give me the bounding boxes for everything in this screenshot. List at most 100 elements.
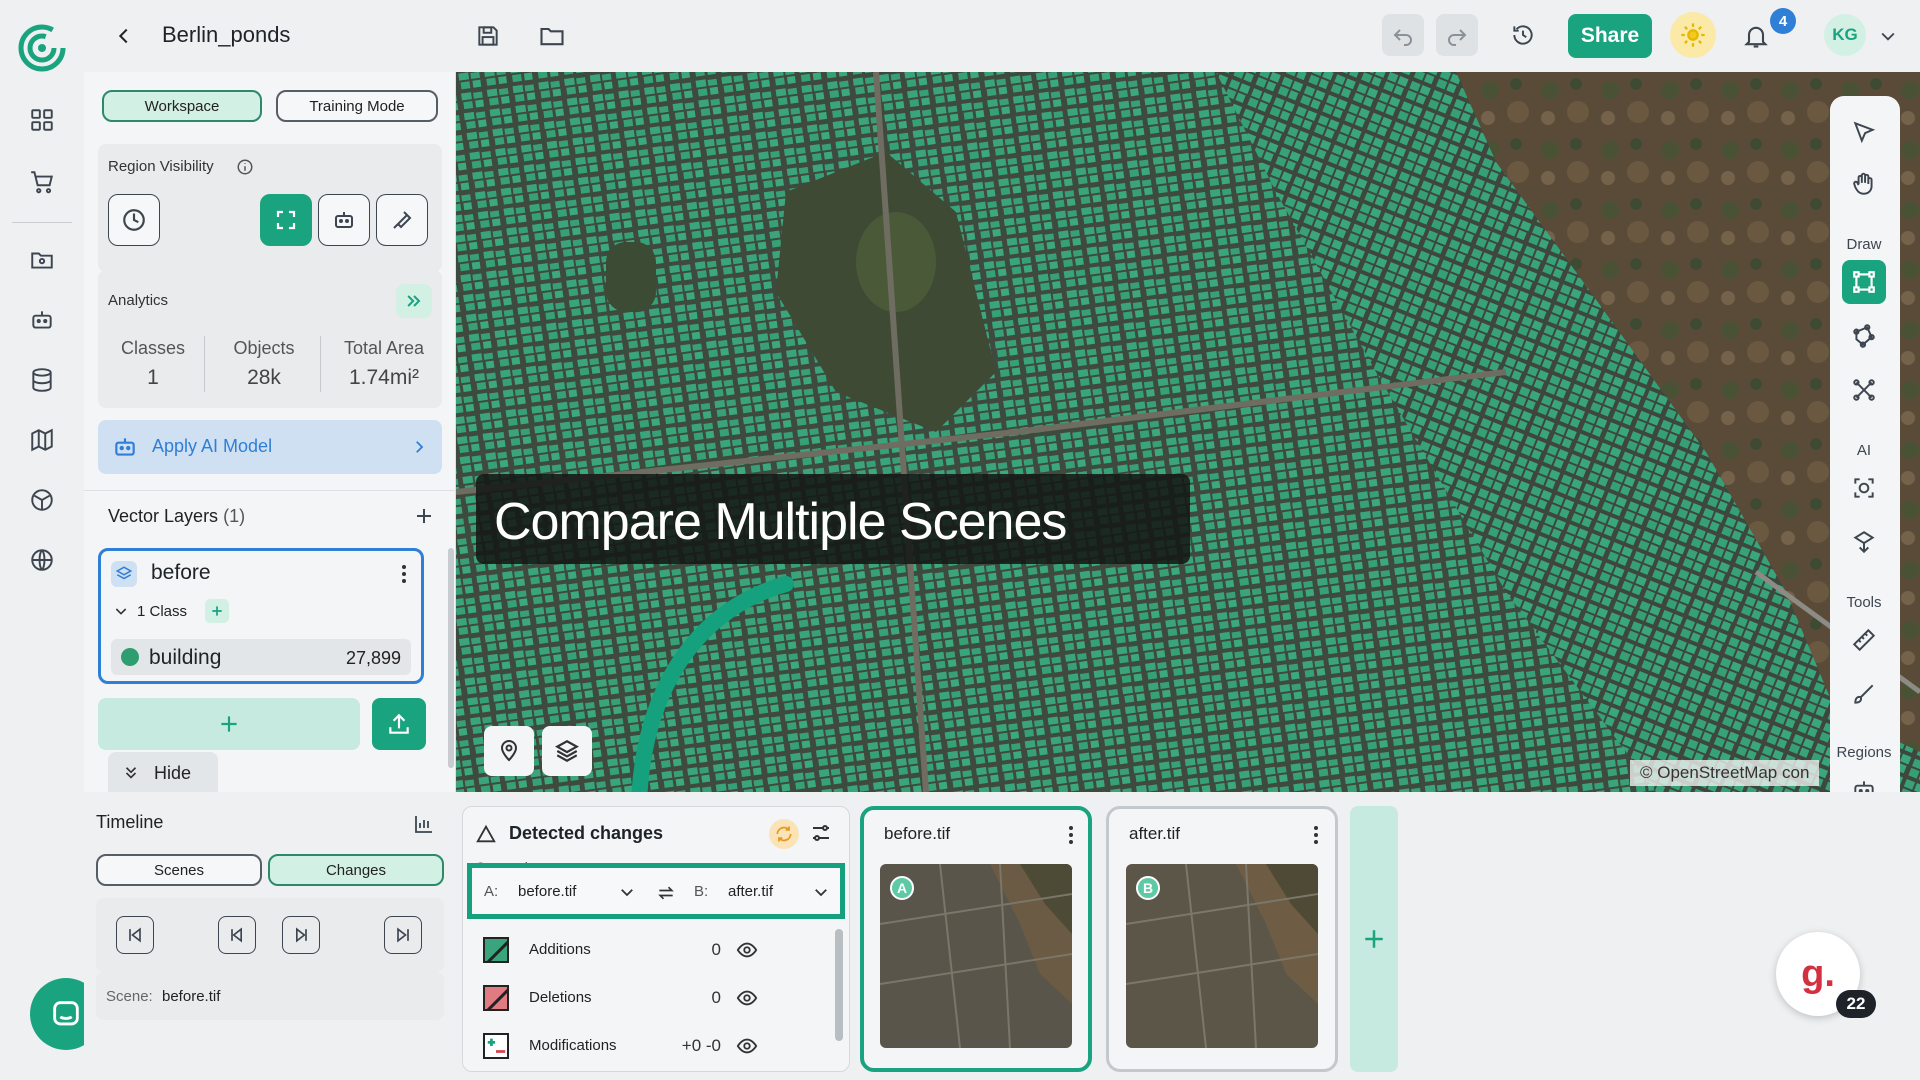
stat-area-label: Total Area [343, 338, 425, 358]
app-logo-icon[interactable] [16, 22, 68, 74]
chevron-down-icon[interactable] [113, 603, 129, 619]
assistant-logo: g. [1801, 952, 1835, 995]
left-rail [0, 0, 102, 1080]
add-vector-layer-button[interactable] [98, 698, 360, 750]
regions-section-label: Regions [1836, 744, 1892, 761]
avatar[interactable]: KG [1824, 14, 1866, 56]
scene-card-before[interactable]: before.tif A [860, 806, 1092, 1072]
cart-icon[interactable] [22, 162, 62, 202]
back-chevron-icon[interactable] [106, 18, 142, 54]
map-icon[interactable] [22, 420, 62, 460]
swap-icon[interactable] [656, 883, 676, 903]
upload-icon[interactable] [372, 698, 426, 750]
ai-detect-icon[interactable] [1842, 466, 1886, 510]
location-pin-icon[interactable] [484, 726, 534, 776]
fullscreen-visibility-button[interactable] [260, 194, 312, 246]
ai-segment-icon[interactable] [1842, 520, 1886, 564]
more-vertical-icon[interactable] [1309, 824, 1323, 846]
chart-settings-icon[interactable] [412, 812, 436, 836]
step-back-icon[interactable] [218, 916, 256, 954]
globe-icon[interactable] [22, 540, 62, 580]
panel-scrollbar[interactable] [448, 548, 454, 768]
add-class-icon[interactable] [205, 599, 229, 623]
change-row-modifications[interactable]: Modifications +0 -0 [463, 1023, 823, 1069]
pan-hand-icon[interactable] [1842, 162, 1886, 206]
hide-button[interactable]: Hide [108, 752, 218, 792]
brush-icon[interactable] [1842, 672, 1886, 716]
change-row-deletions[interactable]: Deletions 0 [463, 975, 823, 1021]
add-layer-icon[interactable] [412, 504, 438, 530]
map-attribution[interactable]: © OpenStreetMap con [1630, 760, 1820, 786]
expand-analytics-icon[interactable] [396, 284, 432, 318]
tab-scenes[interactable]: Scenes [96, 854, 262, 886]
refresh-icon[interactable] [769, 819, 799, 849]
layer-name: before [151, 561, 211, 584]
scene-card-after[interactable]: after.tif B [1106, 806, 1338, 1072]
overlay-title: Compare Multiple Scenes [494, 493, 1067, 551]
stat-classes-label: Classes [120, 338, 186, 358]
layers-toggle-icon[interactable] [542, 726, 592, 776]
more-vertical-icon[interactable] [1064, 824, 1078, 846]
open-folder-icon[interactable] [534, 18, 570, 54]
select-pointer-icon[interactable] [1842, 110, 1886, 154]
skip-start-icon[interactable] [116, 916, 154, 954]
project-title: Berlin_ponds [162, 22, 291, 47]
class-count-label: 1 Class [137, 603, 188, 620]
chevron-down-icon[interactable] [812, 883, 830, 901]
folder-icon[interactable] [22, 240, 62, 280]
filter-settings-icon[interactable] [809, 821, 835, 847]
info-icon[interactable] [236, 158, 254, 176]
scene-name: before.tif [884, 824, 951, 843]
tab-training-mode[interactable]: Training Mode [276, 90, 438, 122]
tab-workspace[interactable]: Workspace [102, 90, 262, 122]
robot-icon[interactable] [22, 300, 62, 340]
more-vertical-icon[interactable] [395, 563, 413, 585]
class-row-building[interactable]: building 27,899 [111, 639, 411, 675]
undo-icon[interactable] [1382, 14, 1424, 56]
stat-classes-value: 1 [147, 366, 159, 389]
eye-icon[interactable] [735, 939, 759, 961]
compare-b-select[interactable]: after.tif [728, 883, 773, 900]
draw-rectangle-icon[interactable] [1842, 260, 1886, 304]
sun-theme-icon[interactable] [1670, 12, 1716, 58]
skip-end-icon[interactable] [384, 916, 422, 954]
changes-scrollbar[interactable] [835, 929, 843, 1041]
timer-visibility-button[interactable] [108, 194, 160, 246]
apply-ai-model-button[interactable]: Apply AI Model [98, 420, 442, 474]
map-canvas[interactable]: Compare Multiple Scenes © OpenStreetMap … [456, 72, 1920, 792]
save-icon[interactable] [470, 18, 506, 54]
scene-badge: B [1136, 876, 1160, 900]
robot-visibility-button[interactable] [318, 194, 370, 246]
history-icon[interactable] [1502, 14, 1544, 56]
class-name: building [149, 646, 222, 669]
detected-changes-title: Detected changes [509, 823, 664, 843]
chevron-down-icon[interactable] [618, 883, 636, 901]
dashboard-icon[interactable] [22, 100, 62, 140]
eye-icon[interactable] [735, 987, 759, 1009]
draw-polygon-icon[interactable] [1842, 314, 1886, 358]
globe-grid-icon[interactable] [22, 480, 62, 520]
ruler-icon[interactable] [1842, 618, 1886, 662]
chevron-down-icon[interactable] [1874, 22, 1902, 50]
compare-a-select[interactable]: before.tif [518, 883, 576, 900]
step-forward-icon[interactable] [282, 916, 320, 954]
layer-card-before[interactable]: before 1 Class building 27,899 [98, 548, 424, 684]
redo-icon[interactable] [1436, 14, 1478, 56]
modifications-swatch-icon [483, 1033, 509, 1059]
compare-a-label: A: [484, 883, 499, 900]
add-scene-button[interactable] [1350, 806, 1398, 1072]
draw-vertex-icon[interactable] [1842, 368, 1886, 412]
layers-icon [111, 561, 137, 587]
scene-label: Scene: [106, 988, 153, 1005]
puzzle-visibility-button[interactable] [376, 194, 428, 246]
share-button[interactable]: Share [1568, 14, 1652, 58]
tab-changes[interactable]: Changes [268, 854, 444, 886]
chevron-right-icon [410, 438, 428, 456]
top-bar: Berlin_ponds Share 4 KG [84, 0, 1920, 72]
robot-icon [112, 434, 138, 460]
database-icon[interactable] [22, 360, 62, 400]
analytics-card: Analytics Classes 1 Objects 28k Total Ar… [98, 270, 442, 408]
eye-icon[interactable] [735, 1035, 759, 1057]
change-row-additions[interactable]: Additions 0 [463, 927, 823, 973]
deletions-value: 0 [711, 988, 721, 1007]
